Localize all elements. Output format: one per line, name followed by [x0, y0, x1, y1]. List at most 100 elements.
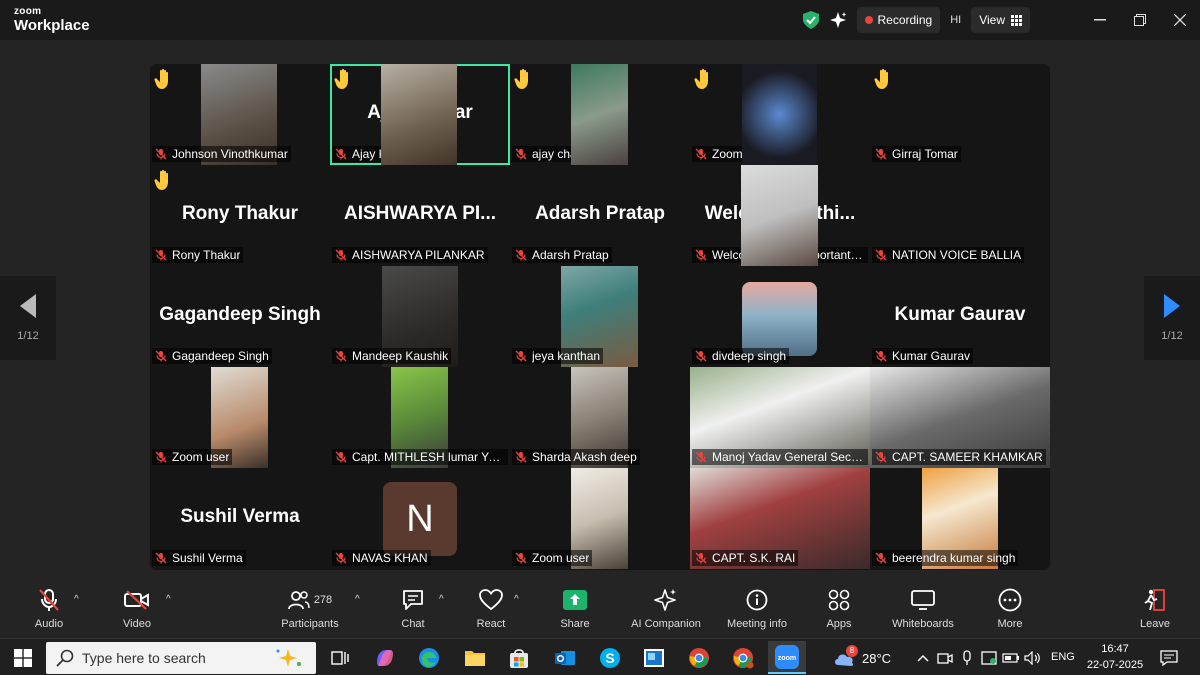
audio-options-caret[interactable]: ^ — [74, 594, 79, 605]
next-page-button[interactable]: 1/12 — [1144, 276, 1200, 360]
participant-tile[interactable]: Zoom user — [150, 367, 330, 468]
close-icon — [1174, 14, 1186, 26]
previous-page-button[interactable]: 1/12 — [0, 276, 56, 360]
participant-tile[interactable]: CAPT. S.K. RAI — [690, 468, 870, 569]
participant-tile[interactable]: beerendra kumar singh — [870, 468, 1050, 569]
notifications-button[interactable] — [1156, 645, 1182, 671]
participant-video — [742, 64, 817, 165]
outlook-icon — [555, 651, 575, 665]
mic-muted-icon — [875, 350, 887, 362]
camera-tray-icon — [937, 653, 953, 664]
participant-tile[interactable]: CAPT. SAMEER KHAMKAR — [870, 367, 1050, 468]
tray-volume[interactable] — [1020, 645, 1046, 671]
raised-hand-icon — [514, 68, 534, 94]
clock-time[interactable]: 16:47 — [1088, 643, 1142, 655]
edge-app[interactable] — [416, 645, 442, 671]
participant-label: Rony Thakur — [152, 247, 244, 263]
close-button[interactable] — [1160, 0, 1200, 40]
chrome-app-1[interactable] — [686, 645, 712, 671]
shield-icon[interactable] — [802, 11, 819, 29]
weather-temperature: 28°C — [862, 651, 892, 666]
react-button[interactable]: React — [474, 586, 508, 630]
ai-sparkle-icon[interactable] — [829, 11, 847, 29]
participant-name: Mandeep Kaushik — [352, 349, 449, 363]
chat-options-caret[interactable]: ^ — [439, 594, 444, 605]
participant-tile[interactable]: Rony Thakur Rony Thakur — [150, 165, 330, 266]
mic-muted-icon — [515, 451, 527, 463]
participant-tile[interactable]: Johnson Vinothkumar — [150, 64, 330, 165]
mic-muted-icon — [335, 148, 347, 160]
participant-name-display: AISHWARYA PI... — [343, 203, 497, 224]
recording-indicator[interactable]: Recording — [856, 7, 941, 33]
brand-big: Workplace — [14, 17, 90, 34]
participant-tile[interactable]: Mandeep Kaushik — [330, 266, 510, 367]
chat-button[interactable]: Chat — [396, 586, 430, 630]
minimize-button[interactable] — [1080, 0, 1120, 40]
chrome-app-2[interactable] — [730, 645, 756, 671]
participant-name: CAPT. S.K. RAI — [712, 551, 796, 565]
ai-companion-label: AI Companion — [631, 618, 701, 630]
audio-button[interactable]: Audio — [32, 586, 66, 630]
task-view-button[interactable] — [327, 645, 353, 671]
view-button[interactable]: View — [971, 7, 1030, 33]
video-button[interactable]: Video — [120, 586, 154, 630]
chrome-profile-icon — [733, 648, 754, 669]
participant-tile[interactable]: jeya kanthan — [510, 266, 690, 367]
whiteboards-button[interactable]: Whiteboards — [888, 586, 958, 630]
more-button[interactable]: More — [993, 586, 1027, 630]
video-options-caret[interactable]: ^ — [166, 594, 171, 605]
skype-app[interactable]: S — [597, 645, 623, 671]
copilot-app[interactable] — [372, 645, 398, 671]
search-placeholder: Type here to search — [82, 650, 206, 666]
participants-options-caret[interactable]: ^ — [355, 594, 360, 605]
participant-tile[interactable]: Manoj Yadav General Secretary... — [690, 367, 870, 468]
leave-button[interactable]: Leave — [1138, 586, 1172, 630]
meeting-toolbar: Audio ^ Video ^ 278 Participants ^ Chat … — [0, 586, 1200, 638]
participant-tile[interactable]: N NAVAS KHAN — [330, 468, 510, 569]
participant-name-display: Kumar Gaurav — [894, 304, 1026, 325]
participant-tile[interactable]: Sharda Akash deep — [510, 367, 690, 468]
zoom-taskbar-app[interactable]: zoom — [768, 641, 806, 674]
react-options-caret[interactable]: ^ — [514, 594, 519, 605]
participant-label: CAPT. SAMEER KHAMKAR — [872, 449, 1046, 465]
participant-tile[interactable]: Sushil Verma Sushil Verma — [150, 468, 330, 569]
participant-tile[interactable]: AISHWARYA PI... AISHWARYA PILANKAR — [330, 165, 510, 266]
mic-muted-icon — [515, 552, 527, 564]
file-explorer-app[interactable] — [462, 645, 488, 671]
participant-tile[interactable]: divdeep singh — [690, 266, 870, 367]
user-initials[interactable]: HI — [950, 14, 961, 26]
participant-label: Johnson Vinothkumar — [152, 146, 291, 162]
view-label: View — [979, 13, 1005, 27]
ai-companion-button[interactable]: AI Companion — [624, 586, 708, 630]
start-button[interactable] — [10, 645, 36, 671]
store-app[interactable] — [506, 645, 532, 671]
edge-icon — [419, 648, 439, 668]
brand-small: zoom — [14, 6, 42, 17]
participant-tile[interactable]: Zoom user — [510, 468, 690, 569]
participant-name: Sharda Akash deep — [532, 450, 637, 464]
language-indicator[interactable]: ENG — [1051, 651, 1075, 663]
participant-tile[interactable]: NATION VOICE BALLIA — [741, 165, 1050, 266]
apps-button[interactable]: Apps — [822, 586, 856, 630]
meeting-info-button[interactable]: Meeting info — [720, 586, 794, 630]
participant-tile[interactable]: Adarsh Pratap Adarsh Pratap — [510, 165, 690, 266]
participants-icon — [287, 591, 310, 610]
clock-date[interactable]: 22-07-2025 — [1084, 659, 1146, 671]
outlook-app[interactable] — [552, 645, 578, 671]
participants-button[interactable]: 278 Participants — [278, 586, 342, 630]
notification-icon — [1160, 650, 1178, 666]
remote-app[interactable] — [641, 645, 667, 671]
chrome-icon — [689, 648, 709, 668]
mic-muted-icon — [695, 249, 707, 261]
participant-tile[interactable]: Girraj Tomar — [742, 64, 1050, 165]
taskbar-search[interactable]: Type here to search — [46, 642, 316, 674]
participant-name-display: Adarsh Pratap — [535, 203, 665, 224]
participant-tile[interactable]: Capt. MITHLESH lumar Yadav — [330, 367, 510, 468]
mic-muted-icon — [875, 148, 887, 160]
participant-name-display: Gagandeep Singh — [159, 304, 321, 325]
meeting-info-label: Meeting info — [727, 618, 787, 630]
restore-button[interactable] — [1120, 0, 1160, 40]
share-button[interactable]: Share — [558, 586, 592, 630]
participant-tile[interactable]: Gagandeep Singh Gagandeep Singh — [150, 266, 330, 367]
participant-tile[interactable]: Kumar Gaurav Kumar Gaurav — [870, 266, 1050, 367]
